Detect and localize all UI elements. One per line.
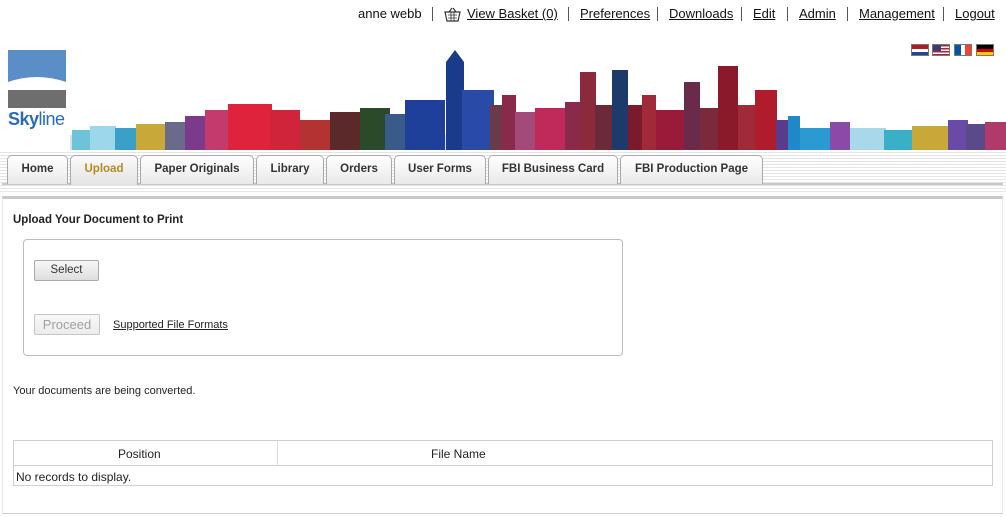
admin-link[interactable]: Admin (799, 6, 836, 22)
preferences-link[interactable]: Preferences (580, 6, 650, 22)
select-button[interactable]: Select (34, 260, 99, 281)
separator (943, 7, 944, 21)
upload-panel (23, 239, 623, 356)
supported-formats-link[interactable]: Supported File Formats (113, 319, 228, 331)
logo-text: Skyline (8, 109, 65, 129)
tab-fbi-business-card[interactable]: FBI Business Card (488, 155, 618, 184)
tab-paper-originals[interactable]: Paper Originals (140, 155, 254, 184)
tab-home[interactable]: Home (7, 155, 68, 184)
skyline-banner (70, 50, 1006, 150)
username-label: anne webb (358, 6, 422, 21)
view-basket-link[interactable]: View Basket (0) (467, 6, 558, 22)
logout-link[interactable]: Logout (955, 6, 995, 22)
edit-link[interactable]: Edit (753, 6, 775, 22)
files-grid: Position File Name No records to display… (13, 440, 993, 486)
basket-icon[interactable] (444, 7, 461, 22)
column-header-position[interactable]: Position (118, 447, 161, 461)
separator (787, 7, 788, 21)
page-title: Upload Your Document to Print (13, 214, 184, 226)
tab-upload[interactable]: Upload (70, 155, 138, 185)
status-text: Your documents are being converted. (13, 385, 196, 397)
management-link[interactable]: Management (859, 6, 935, 22)
grid-header: Position File Name (14, 441, 992, 466)
column-header-file-name[interactable]: File Name (431, 447, 486, 461)
tab-user-forms[interactable]: User Forms (394, 155, 486, 184)
separator (568, 7, 569, 21)
downloads-link[interactable]: Downloads (669, 6, 733, 22)
empty-grid-message: No records to display. (16, 470, 132, 484)
column-divider (277, 441, 278, 466)
tab-orders[interactable]: Orders (326, 155, 392, 184)
tab-fbi-production-page[interactable]: FBI Production Page (620, 155, 763, 184)
tab-library[interactable]: Library (256, 155, 324, 184)
user-bar: anne webb View Basket (0) Preferences Do… (0, 6, 1006, 24)
separator (432, 7, 433, 21)
separator (847, 7, 848, 21)
proceed-button[interactable]: Proceed (34, 314, 100, 335)
separator (741, 7, 742, 21)
separator (657, 7, 658, 21)
